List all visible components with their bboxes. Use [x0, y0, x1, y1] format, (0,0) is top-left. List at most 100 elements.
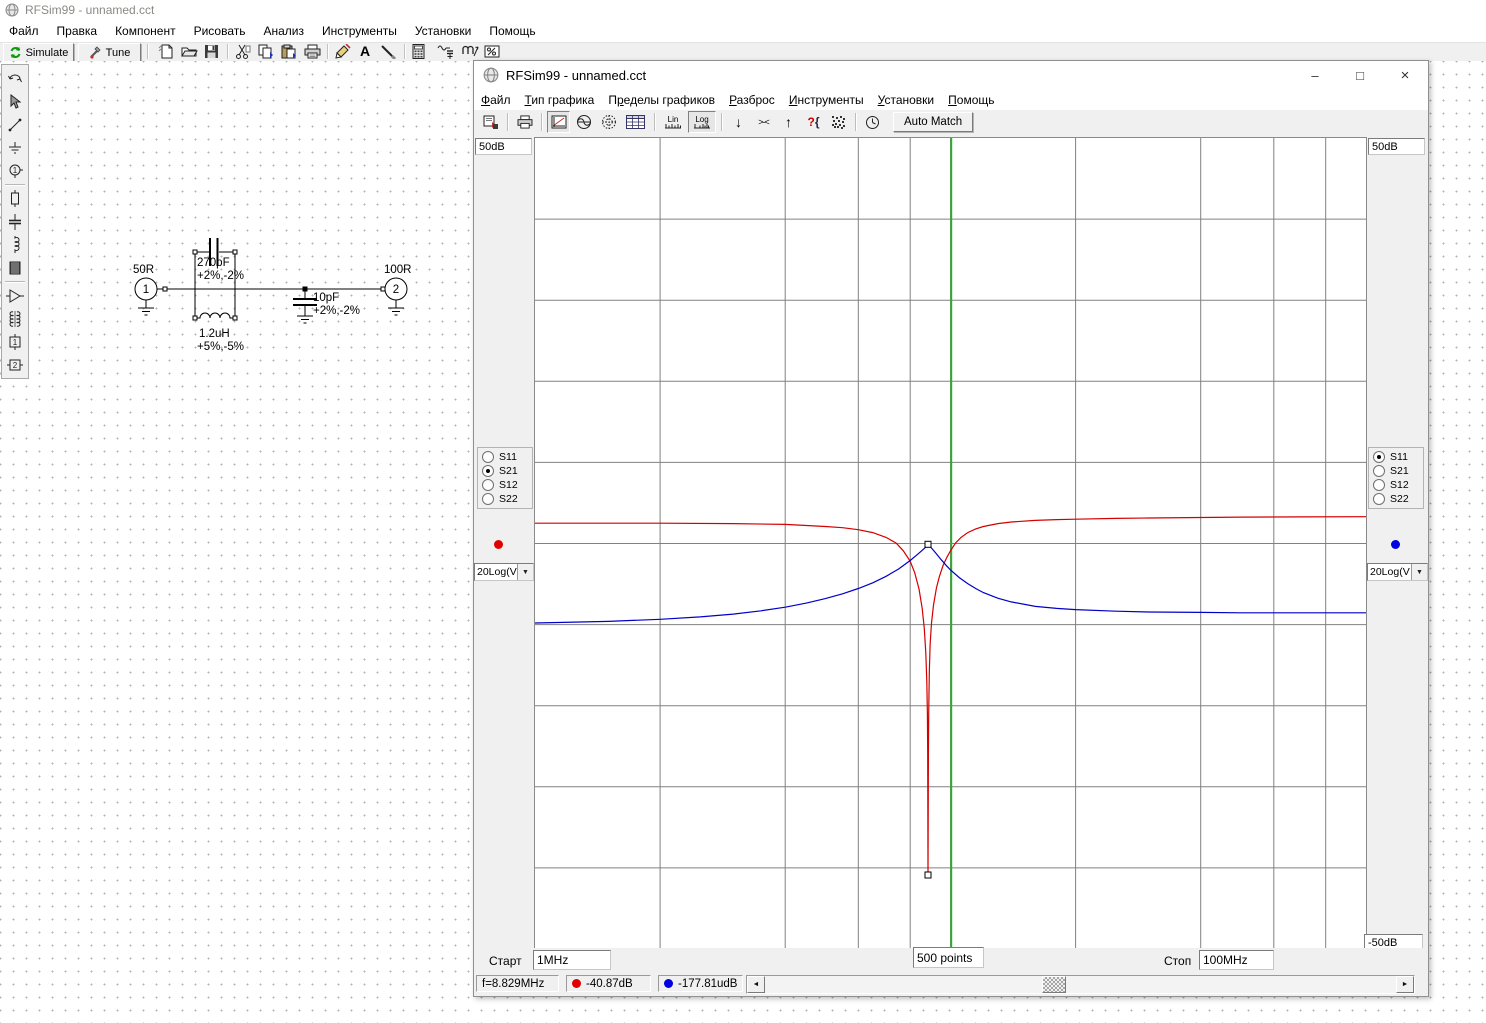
export-graph-button[interactable]: [479, 111, 502, 133]
lin-scale-button[interactable]: Lin: [660, 111, 686, 133]
s11-marker[interactable]: [925, 541, 931, 547]
stop-freq-input[interactable]: [1199, 950, 1274, 970]
scatter-analysis-button[interactable]: [827, 111, 850, 133]
smith-chart-button[interactable]: [572, 111, 595, 133]
cursor-scrollbar[interactable]: ◄ ►: [746, 975, 1415, 994]
select-tool-button[interactable]: [4, 90, 26, 113]
copy-button[interactable]: [258, 44, 274, 59]
menu-file[interactable]: Файл: [0, 24, 48, 38]
shift-down-button[interactable]: ↓: [727, 111, 750, 133]
menu-draw[interactable]: Рисовать: [185, 24, 255, 38]
scroll-left-button[interactable]: ◄: [747, 976, 765, 993]
left-radio-s21[interactable]: S21: [482, 465, 528, 477]
red-trace-readout: -40.87dB: [566, 975, 651, 992]
left-format-combo[interactable]: 20Log(V ▼: [474, 563, 534, 581]
left-radio-s22[interactable]: S22: [482, 493, 528, 505]
new-file-button[interactable]: [158, 44, 174, 59]
gmenu-spread[interactable]: Разброс: [722, 93, 782, 107]
auto-match-button[interactable]: Auto Match: [893, 112, 973, 132]
open-file-button[interactable]: [181, 44, 198, 59]
scrollbar-thumb[interactable]: [1042, 976, 1066, 993]
rect-graph-button[interactable]: [547, 111, 570, 133]
tune-button[interactable]: Tune: [78, 43, 141, 62]
gmenu-graph-type[interactable]: Тип графика: [518, 93, 602, 107]
left-radio-s12[interactable]: S12: [482, 479, 528, 491]
menu-tools[interactable]: Инструменты: [313, 24, 406, 38]
percent-tolerance-button[interactable]: [484, 44, 500, 59]
gmenu-options[interactable]: Установки: [871, 93, 942, 107]
export-graph-icon: [483, 115, 499, 130]
right-radio-s11[interactable]: S11: [1373, 451, 1419, 463]
erase-button[interactable]: [334, 44, 351, 59]
capacitor-tool-button[interactable]: [4, 210, 26, 233]
left-scale-top-input[interactable]: [475, 138, 532, 155]
plot-area[interactable]: [534, 137, 1367, 950]
query-marker-button[interactable]: ?{: [802, 111, 825, 133]
ground-tool-button[interactable]: [4, 136, 26, 159]
combo-arrow-icon[interactable]: ▼: [1411, 564, 1427, 580]
polar-chart-button[interactable]: [597, 111, 620, 133]
gmenu-graph-limits[interactable]: Пределы графиков: [601, 93, 722, 107]
graph-title-bar[interactable]: RFSim99 - unnamed.cct – □ ×: [474, 61, 1428, 89]
points-input[interactable]: [913, 947, 984, 968]
amplifier-icon: [6, 289, 24, 303]
print-graph-button[interactable]: [513, 111, 536, 133]
paste-button[interactable]: [281, 44, 297, 59]
cut-button[interactable]: [235, 44, 251, 59]
maximize-button[interactable]: □: [1349, 66, 1371, 84]
simulate-button[interactable]: Simulate: [3, 43, 74, 62]
menu-analysis[interactable]: Анализ: [255, 24, 314, 38]
cursor-freq-readout: f=8.829MHz: [476, 975, 559, 992]
right-radio-s21[interactable]: S21: [1373, 465, 1419, 477]
menu-options[interactable]: Установки: [406, 24, 480, 38]
s-parameter-chart: [535, 138, 1366, 949]
line-tool-button[interactable]: [380, 44, 396, 59]
shift-up-button[interactable]: ↑: [777, 111, 800, 133]
gmenu-file[interactable]: Файл: [474, 93, 518, 107]
menu-component[interactable]: Компонент: [106, 24, 185, 38]
gmenu-help[interactable]: Помощь: [941, 93, 1001, 107]
inductor-calc-button[interactable]: [461, 44, 479, 59]
right-format-combo[interactable]: 20Log(V ▼: [1367, 563, 1428, 581]
amplifier-tool-button[interactable]: [4, 284, 26, 307]
port-tool-button[interactable]: 1: [4, 159, 26, 182]
text-tool-button[interactable]: A: [358, 43, 372, 59]
right-trace-color-dot: [1391, 540, 1400, 549]
rotate-tool-button[interactable]: [4, 67, 26, 90]
right-scale-top-input[interactable]: [1368, 138, 1425, 155]
right-radio-s22[interactable]: S22: [1373, 493, 1419, 505]
menu-help[interactable]: Помощь: [480, 24, 544, 38]
radio-dot: [1373, 465, 1385, 477]
start-freq-input[interactable]: [533, 950, 611, 970]
left-radio-s11[interactable]: S11: [482, 451, 528, 463]
scroll-right-button[interactable]: ►: [1396, 976, 1414, 993]
table-view-button[interactable]: [622, 111, 649, 133]
circuit-schematic[interactable]: 50R 1 100R 2 270pF +2%,-2% 1.2uH +5%,-5%…: [100, 230, 430, 365]
menu-edit[interactable]: Правка: [48, 24, 107, 38]
wire-tool-button[interactable]: [4, 113, 26, 136]
graph-window-title: RFSim99 - unnamed.cct: [506, 68, 646, 83]
two-port-tool-button[interactable]: 2: [4, 353, 26, 376]
close-button[interactable]: ×: [1394, 66, 1416, 84]
inductor-tool-button[interactable]: [4, 233, 26, 256]
resistor-tool-button[interactable]: [4, 187, 26, 210]
calculator-button[interactable]: [412, 44, 425, 59]
log-scale-label: Log: [695, 116, 708, 123]
transformer-tool-button[interactable]: [4, 307, 26, 330]
crystal-tool-button[interactable]: [4, 256, 26, 279]
save-file-button[interactable]: [204, 44, 219, 59]
combo-arrow-icon[interactable]: ▼: [517, 564, 533, 580]
filter-design-button[interactable]: [437, 44, 454, 59]
print-graph-icon: [517, 115, 533, 129]
one-port-tool-button[interactable]: 1: [4, 330, 26, 353]
log-scale-button[interactable]: Log: [688, 111, 716, 133]
radio-label: S21: [499, 465, 518, 477]
minimize-button[interactable]: –: [1304, 66, 1326, 84]
clock-button[interactable]: [861, 111, 884, 133]
print-button[interactable]: [304, 44, 321, 59]
fit-span-button[interactable]: >-<: [752, 111, 775, 133]
right-radio-s12[interactable]: S12: [1373, 479, 1419, 491]
gmenu-tools[interactable]: Инструменты: [782, 93, 871, 107]
shunt-cap-tolerance: +2%,-2%: [313, 305, 360, 317]
s21-marker[interactable]: [925, 872, 931, 878]
